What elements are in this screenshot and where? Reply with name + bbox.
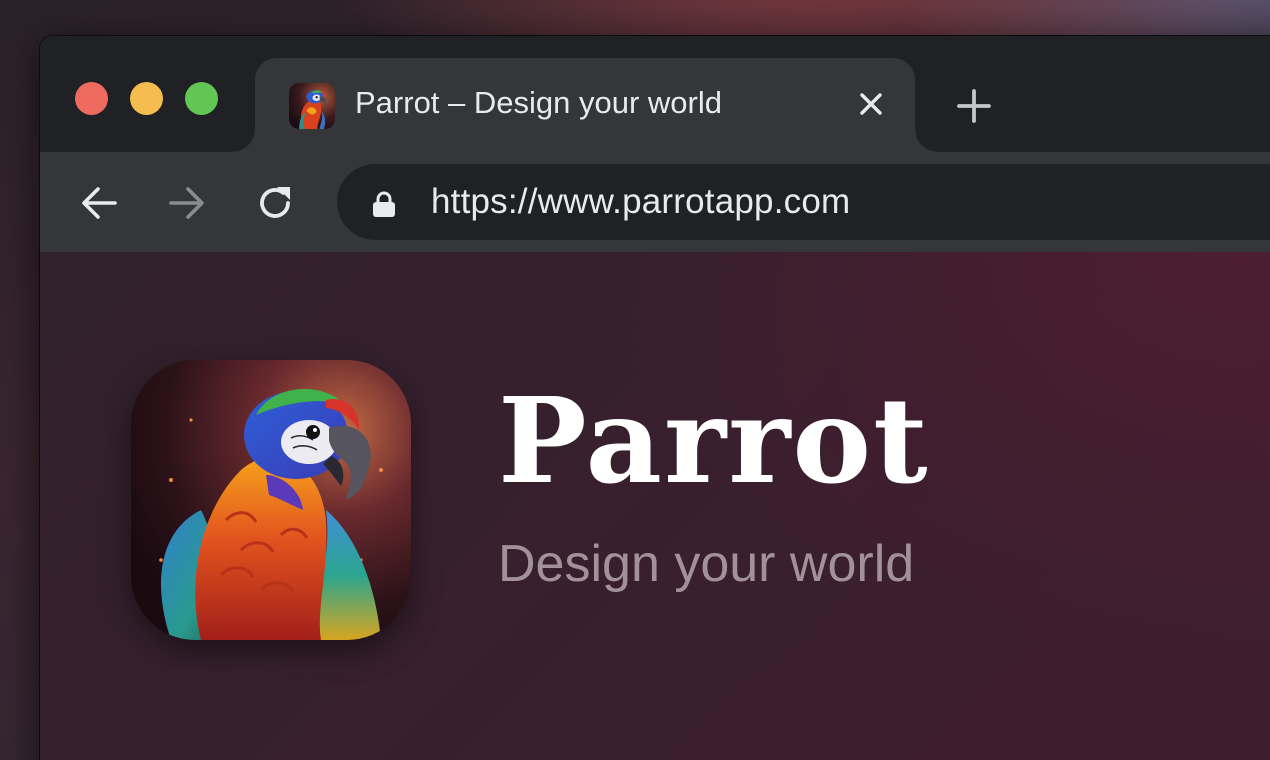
reload-icon[interactable] — [252, 180, 298, 226]
tagline: Design your world — [498, 535, 915, 593]
close-window-button[interactable] — [75, 82, 108, 115]
title-bar: Parrot – Design your world — [40, 36, 1270, 152]
tab-title: Parrot – Design your world — [355, 85, 722, 120]
page-content: Parrot Design your world — [40, 252, 1270, 760]
tab-active[interactable]: Parrot – Design your world — [233, 58, 937, 152]
close-icon[interactable] — [855, 88, 887, 120]
url-text[interactable]: https://www.parrotapp.com — [431, 182, 850, 222]
minimize-window-button[interactable] — [130, 82, 163, 115]
parrot-app-icon — [131, 360, 411, 640]
arrow-left-icon[interactable] — [76, 180, 122, 226]
arrow-right-icon[interactable] — [164, 180, 210, 226]
browser-window: Parrot – Design your world https://www.p… — [40, 36, 1270, 760]
brand-name: Parrot — [498, 371, 930, 510]
plus-icon[interactable] — [952, 84, 996, 128]
browser-toolbar: https://www.parrotapp.com — [40, 152, 1270, 252]
parrot-favicon-icon — [289, 83, 335, 129]
address-bar[interactable]: https://www.parrotapp.com — [337, 164, 1270, 240]
zoom-window-button[interactable] — [185, 82, 218, 115]
lock-icon[interactable] — [371, 190, 397, 218]
